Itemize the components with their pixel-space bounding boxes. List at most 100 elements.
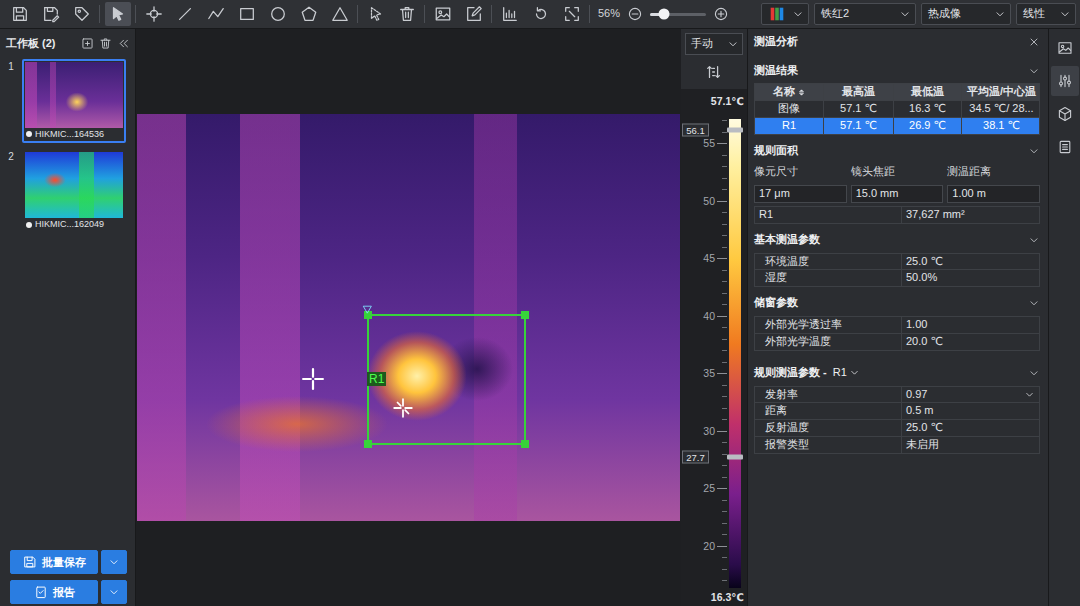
- thumbnail-image[interactable]: [25, 62, 123, 128]
- tool-button[interactable]: [7, 2, 33, 26]
- rule-selector[interactable]: R1: [833, 366, 860, 380]
- column-header[interactable]: 平均温/中心温: [961, 84, 1041, 100]
- basic-params-header[interactable]: 基本测温参数: [754, 230, 1040, 250]
- toolbar-separator: [589, 5, 590, 23]
- close-button[interactable]: [1028, 36, 1040, 48]
- rule-params-header[interactable]: 规则测温参数 -R1: [754, 363, 1040, 383]
- area-value-field[interactable]: 17 μm: [754, 185, 847, 203]
- table-row[interactable]: 图像57.1 ℃16.3 ℃34.5 ℃/ 28...: [755, 100, 1039, 117]
- range-handle[interactable]: [727, 128, 743, 133]
- column-header[interactable]: 最高温: [823, 84, 893, 100]
- thumbnail-card[interactable]: HIKMIC...162049: [22, 149, 126, 233]
- thumbnail-caption: HIKMIC...162049: [25, 218, 123, 230]
- batch-save-button[interactable]: 批量保存: [10, 550, 98, 574]
- tool-button[interactable]: [497, 2, 523, 26]
- thumbnail-image[interactable]: [25, 152, 123, 218]
- param-value[interactable]: 未启用: [901, 437, 1039, 453]
- zoom-slider-knob[interactable]: [659, 9, 670, 20]
- collapse-toggle[interactable]: [1028, 297, 1040, 309]
- collapse-icon[interactable]: [117, 37, 130, 50]
- dropdown-arrow-button[interactable]: [101, 580, 127, 604]
- report-button[interactable]: 报告: [10, 580, 98, 604]
- param-label: 报警类型: [755, 437, 901, 453]
- tool-button[interactable]: [559, 2, 585, 26]
- tool-button[interactable]: [363, 2, 389, 26]
- resize-handle[interactable]: [521, 311, 529, 319]
- param-dropdown[interactable]: 0.97: [901, 387, 1039, 403]
- palette-selector[interactable]: [761, 3, 809, 25]
- side-tab[interactable]: [1051, 33, 1079, 63]
- rule-name: R1: [833, 366, 847, 380]
- param-value[interactable]: 20.0 ℃: [901, 334, 1039, 350]
- area-value-field[interactable]: 1.00 m: [947, 185, 1040, 203]
- zoom-out-button[interactable]: [627, 6, 643, 22]
- param-value[interactable]: 25.0 ℃: [901, 420, 1039, 436]
- collapse-toggle[interactable]: [1028, 234, 1040, 246]
- tool-button[interactable]: [528, 2, 554, 26]
- status-dot: [26, 222, 32, 228]
- rectangle-tool-icon: [238, 5, 256, 23]
- collapse-toggle[interactable]: [1028, 65, 1040, 77]
- window-params-header[interactable]: 储窗参数: [754, 293, 1040, 313]
- work-board-title: 工作板 (2): [6, 37, 56, 51]
- file-name: HIKMIC...164536: [35, 129, 104, 140]
- work-board-item[interactable]: 2HIKMIC...162049: [0, 147, 135, 237]
- tool-button[interactable]: [234, 2, 260, 26]
- zoom-in-button[interactable]: [713, 6, 729, 22]
- scale-mode-dropdown[interactable]: 手动: [685, 33, 743, 55]
- tool-button[interactable]: [203, 2, 229, 26]
- toolbar-dropdown[interactable]: 线性: [1016, 3, 1076, 25]
- collapse-toggle[interactable]: [1028, 367, 1040, 379]
- trash-icon[interactable]: [99, 37, 112, 50]
- tool-button[interactable]: [394, 2, 420, 26]
- thermal-image[interactable]: R1: [137, 114, 680, 521]
- range-handle[interactable]: [727, 454, 743, 459]
- tool-button[interactable]: [69, 2, 95, 26]
- work-board-item[interactable]: 1 HIKMIC...164536: [0, 57, 135, 147]
- color-bar: [729, 119, 741, 588]
- param-value[interactable]: 25.0 ℃: [901, 254, 1039, 270]
- dropdown-arrow-button[interactable]: [101, 550, 127, 574]
- side-tab[interactable]: [1051, 99, 1079, 129]
- panel-header: 测温分析: [754, 29, 1040, 55]
- side-tab[interactable]: [1051, 132, 1079, 162]
- resize-handle[interactable]: [521, 440, 529, 448]
- tool-button[interactable]: [327, 2, 353, 26]
- chevron-down-icon: [1024, 389, 1035, 400]
- tool-button[interactable]: [141, 2, 167, 26]
- param-row: 外部光学透过率1.00: [755, 317, 1039, 333]
- tool-button[interactable]: [296, 2, 322, 26]
- range-marker-label[interactable]: 27.7: [682, 450, 709, 463]
- tool-button[interactable]: [265, 2, 291, 26]
- column-header[interactable]: 名称: [755, 84, 823, 100]
- tool-button[interactable]: [105, 2, 131, 26]
- column-header[interactable]: 最低温: [893, 84, 961, 100]
- param-value[interactable]: 0.5 m: [901, 403, 1039, 419]
- tool-button[interactable]: [430, 2, 456, 26]
- zoom-slider[interactable]: [650, 13, 706, 16]
- thumbnail-card[interactable]: HIKMIC...164536: [22, 59, 126, 143]
- add-icon[interactable]: [81, 37, 94, 50]
- toolbar-dropdown[interactable]: 铁红2: [814, 3, 916, 25]
- tool-button[interactable]: [172, 2, 198, 26]
- area-value-field[interactable]: 15.0 mm: [851, 185, 944, 203]
- toolbar-dropdown[interactable]: 热成像: [921, 3, 1011, 25]
- results-section-header[interactable]: 测温结果: [754, 61, 1040, 81]
- toolbar-separator: [357, 5, 358, 23]
- range-marker-label[interactable]: 56.1: [682, 124, 709, 137]
- rectangle-rule[interactable]: R1: [367, 314, 526, 445]
- minor-tick: [722, 212, 727, 213]
- item-index: 1: [4, 59, 18, 143]
- table-row[interactable]: R157.1 ℃26.9 ℃38.1 ℃: [755, 117, 1039, 134]
- tool-button[interactable]: [461, 2, 487, 26]
- tool-button[interactable]: [38, 2, 64, 26]
- sort-icon[interactable]: [797, 88, 806, 97]
- collapse-toggle[interactable]: [1028, 145, 1040, 157]
- param-value[interactable]: 50.0%: [901, 270, 1039, 286]
- rule-label[interactable]: R1: [367, 372, 386, 386]
- area-section-header[interactable]: 规则面积: [754, 141, 1040, 161]
- side-tab[interactable]: [1051, 66, 1079, 96]
- param-value[interactable]: 1.00: [901, 317, 1039, 333]
- resize-handle[interactable]: [364, 440, 372, 448]
- scale-adjust-button[interactable]: [681, 55, 747, 89]
